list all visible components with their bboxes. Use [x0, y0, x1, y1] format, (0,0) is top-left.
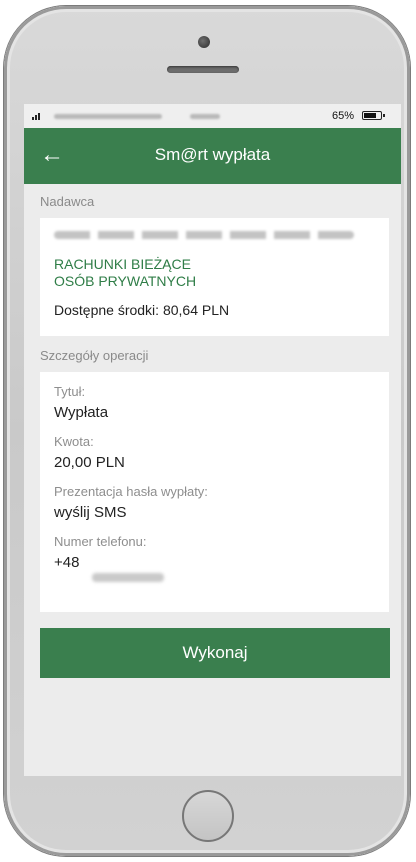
app-bar: ← Sm@rt wypłata — [24, 128, 401, 184]
title-label: Tytuł: — [54, 384, 86, 399]
execute-button[interactable]: Wykonaj — [40, 628, 390, 678]
sender-section-label: Nadawca — [40, 194, 95, 209]
phone-frame: 65% ← Sm@rt wypłata Nadawca RACHUNKI BIE… — [4, 6, 410, 856]
status-bar: 65% — [24, 104, 401, 128]
home-button[interactable] — [182, 790, 234, 842]
signal-icon — [32, 113, 40, 120]
page-title: Sm@rt wypłata — [154, 145, 271, 164]
battery-icon — [362, 111, 385, 120]
phone-number-redacted — [92, 573, 164, 582]
amount-value: 20,00 PLN — [54, 454, 125, 471]
sender-account-card: RACHUNKI BIEŻĄCE OSÓB PRYWATNYCH Dostępn… — [40, 218, 389, 336]
phone-number-label: Numer telefonu: — [54, 534, 147, 549]
battery-percent: 65% — [332, 110, 355, 122]
amount-label: Kwota: — [54, 434, 94, 449]
available-funds: Dostępne środki: 80,64 PLN — [54, 302, 230, 318]
clock-redacted — [190, 114, 220, 119]
title-value: Wypłata — [54, 404, 109, 421]
operation-details-card: Tytuł: Wypłata Kwota: 20,00 PLN Prezenta… — [40, 372, 389, 612]
phone-number-value: +48 — [54, 554, 80, 571]
app-screen: 65% ← Sm@rt wypłata Nadawca RACHUNKI BIE… — [24, 104, 401, 776]
carrier-name-redacted — [54, 114, 162, 119]
earpiece-speaker — [167, 66, 239, 73]
account-name: RACHUNKI BIEŻĄCE OSÓB PRYWATNYCH — [54, 256, 197, 289]
password-presentation-label: Prezentacja hasła wypłaty: — [54, 484, 208, 499]
account-number-redacted — [54, 231, 354, 239]
details-section-label: Szczegóły operacji — [40, 348, 149, 363]
password-presentation-value: wyślij SMS — [54, 504, 127, 521]
front-camera — [198, 36, 210, 48]
